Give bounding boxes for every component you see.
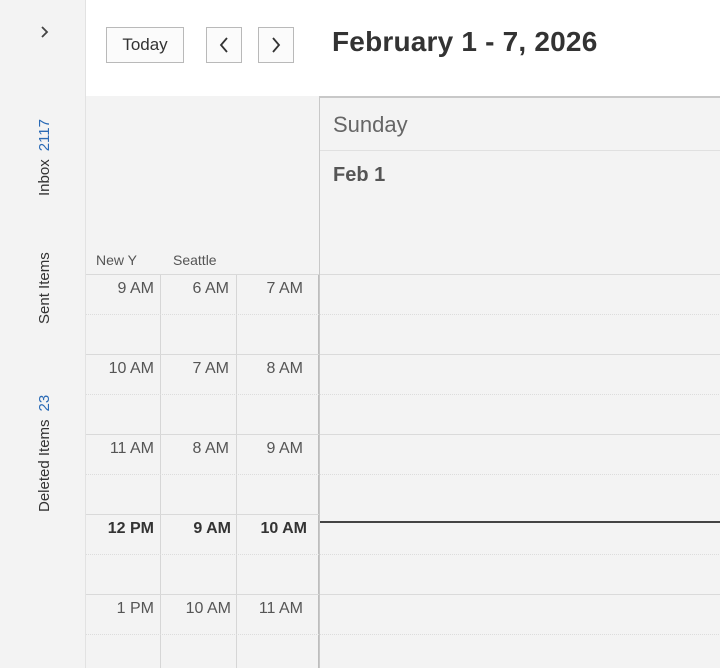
time-slot[interactable] xyxy=(320,514,720,554)
time-slot[interactable] xyxy=(320,314,720,354)
current-time-indicator xyxy=(320,521,720,523)
time-slot[interactable] xyxy=(320,354,720,394)
day-header-sunday[interactable]: Sunday Feb 1 xyxy=(319,96,720,274)
chevron-left-icon xyxy=(219,37,228,53)
time-label-local-current: 10 AM xyxy=(260,520,307,537)
date-range-title: February 1 - 7, 2026 xyxy=(332,26,598,57)
half-hour-divider xyxy=(320,554,720,555)
half-hour-divider xyxy=(86,314,319,315)
chevron-right-icon xyxy=(41,26,49,38)
folder-sent-items-label: Sent Items xyxy=(36,252,53,324)
time-slot[interactable] xyxy=(320,594,720,634)
chevron-right-icon xyxy=(272,37,281,53)
half-hour-divider xyxy=(320,314,720,315)
calendar-toolbar: Today February 1 - 7, 2026 xyxy=(86,0,720,96)
folder-deleted-items[interactable]: Deleted Items 23 xyxy=(36,395,53,512)
time-label-new-york-current: 12 PM xyxy=(107,520,154,537)
hour-divider xyxy=(86,274,319,275)
time-slot[interactable] xyxy=(320,434,720,474)
hour-divider xyxy=(86,514,319,515)
time-label-local: 9 AM xyxy=(266,440,303,457)
folder-inbox-label: Inbox xyxy=(36,159,53,196)
day-grid xyxy=(319,274,720,668)
time-label-seattle: 6 AM xyxy=(192,280,229,297)
time-slot[interactable] xyxy=(320,274,720,314)
folder-deleted-items-count: 23 xyxy=(36,394,53,412)
day-header-divider xyxy=(320,150,720,151)
timezone-label-seattle: Seattle xyxy=(173,252,217,268)
time-slot[interactable] xyxy=(320,394,720,434)
folder-inbox[interactable]: Inbox 2117 xyxy=(36,119,53,196)
time-label-new-york: 1 PM xyxy=(116,600,154,617)
timezone-label-new-york: New Y xyxy=(96,252,137,268)
folder-deleted-items-label: Deleted Items xyxy=(36,419,53,512)
time-label-local: 7 AM xyxy=(266,280,303,297)
time-slot[interactable] xyxy=(320,554,720,594)
next-week-button[interactable] xyxy=(258,27,294,63)
time-label-new-york: 9 AM xyxy=(117,280,154,297)
hour-divider xyxy=(86,354,319,355)
half-hour-divider xyxy=(86,554,319,555)
folder-sent-items[interactable]: Sent Items xyxy=(36,252,53,324)
half-hour-divider xyxy=(86,634,319,635)
today-button[interactable]: Today xyxy=(106,27,184,63)
time-label-local: 11 AM xyxy=(258,600,303,617)
timezone-header xyxy=(86,96,319,274)
half-hour-divider xyxy=(86,474,319,475)
previous-week-button[interactable] xyxy=(206,27,242,63)
hour-divider xyxy=(320,594,720,595)
half-hour-divider xyxy=(320,474,720,475)
folder-pane-collapsed: Inbox 2117 Sent Items Deleted Items 23 xyxy=(0,0,86,668)
time-label-new-york: 10 AM xyxy=(108,360,154,377)
time-label-local: 8 AM xyxy=(266,360,303,377)
hour-divider xyxy=(320,354,720,355)
day-date[interactable]: Feb 1 xyxy=(333,164,385,187)
half-hour-divider xyxy=(320,394,720,395)
folder-inbox-count: 2117 xyxy=(36,119,53,152)
expand-folder-pane-button[interactable] xyxy=(36,20,54,44)
hour-divider xyxy=(320,434,720,435)
time-slot[interactable] xyxy=(320,474,720,514)
time-slot[interactable] xyxy=(320,634,720,668)
time-label-seattle: 10 AM xyxy=(185,600,231,617)
half-hour-divider xyxy=(320,634,720,635)
time-label-new-york: 11 AM xyxy=(109,440,154,457)
half-hour-divider xyxy=(86,394,319,395)
time-label-seattle: 8 AM xyxy=(192,440,229,457)
time-label-seattle: 7 AM xyxy=(192,360,229,377)
hour-divider xyxy=(86,594,319,595)
day-name: Sunday xyxy=(333,112,408,137)
hour-divider xyxy=(86,434,319,435)
hour-divider xyxy=(320,274,720,275)
time-label-seattle-current: 9 AM xyxy=(193,520,231,537)
